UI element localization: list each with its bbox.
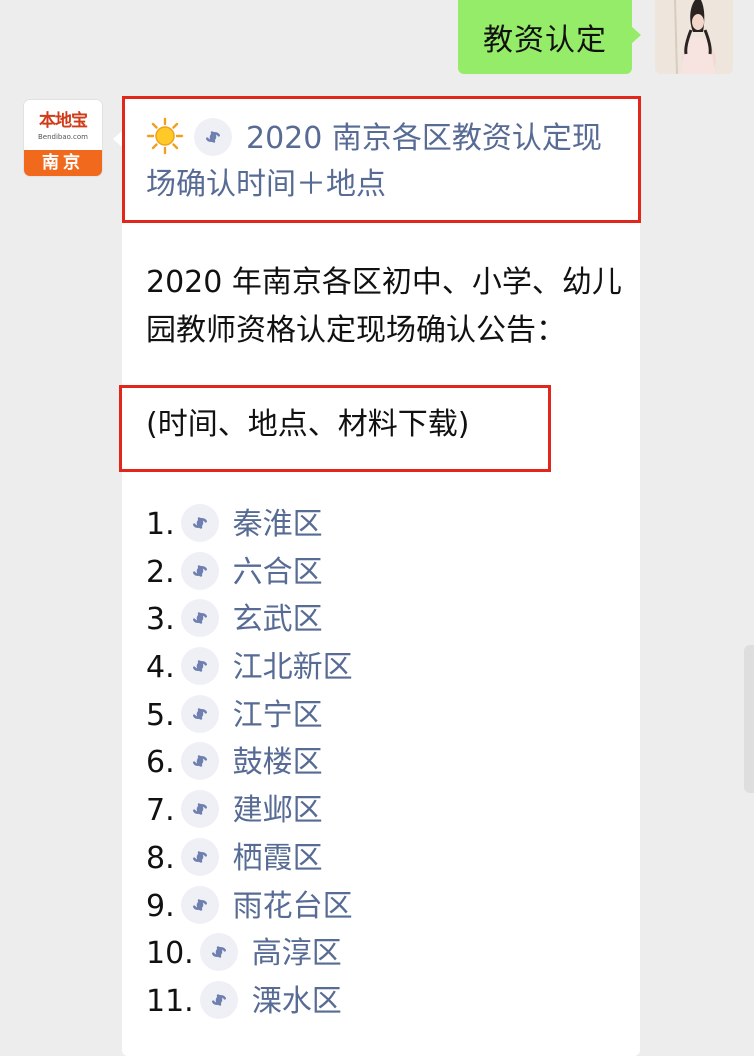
district-link[interactable]: 鼓楼区 — [233, 745, 323, 780]
district-number: 1. — [146, 507, 175, 542]
district-number: 8. — [146, 840, 175, 876]
link-icon — [180, 694, 219, 733]
district-number: 2. — [146, 554, 175, 590]
district-link[interactable]: 雨花台区 — [233, 889, 353, 924]
article-message-bubble: 2020 南京各区教资认定现场确认时间＋地点 2020 年南京各区初中、小学、幼… — [113, 96, 640, 1056]
district-item[interactable]: 6. 鼓楼区 — [146, 739, 353, 787]
district-item[interactable]: 2. 六合区 — [146, 549, 353, 597]
district-link[interactable]: 江北新区 — [233, 650, 353, 685]
link-icon — [180, 837, 219, 876]
district-number: 6. — [146, 745, 175, 781]
account-city-label: 南京 — [24, 150, 102, 176]
article-subheading: (时间、地点、材料下载) — [146, 407, 470, 442]
district-number: 11. — [146, 983, 194, 1019]
district-number: 9. — [146, 888, 175, 924]
district-link[interactable]: 六合区 — [233, 555, 323, 590]
outgoing-message-bubble[interactable]: 教资认定 — [458, 0, 641, 74]
district-link[interactable]: 溧水区 — [252, 984, 342, 1019]
district-link[interactable]: 栖霞区 — [233, 841, 323, 876]
district-item[interactable]: 11. 溧水区 — [146, 978, 353, 1026]
link-icon — [180, 551, 219, 590]
district-item[interactable]: 4. 江北新区 — [146, 644, 353, 692]
district-number: 4. — [146, 650, 175, 686]
link-icon — [194, 118, 232, 156]
link-icon — [180, 504, 219, 542]
bubble-tail — [631, 26, 641, 44]
outgoing-message-text: 教资认定 — [483, 23, 607, 58]
account-brand-name: 本地宝 — [39, 111, 88, 131]
district-link[interactable]: 江宁区 — [233, 698, 323, 733]
article-intro-text: 2020 年南京各区初中、小学、幼儿园教师资格认定现场确认公告： — [146, 265, 622, 348]
district-list: 1. 秦淮区 2. 六合区 3. 玄武区 4. 江北新区 5. 江宁区 6. 鼓楼区 7. 建… — [146, 501, 353, 1026]
bubble-tail — [113, 130, 123, 148]
district-number: 3. — [146, 602, 175, 638]
district-link[interactable]: 秦淮区 — [233, 507, 323, 542]
link-icon — [199, 980, 238, 1019]
district-item[interactable]: 10. 高淳区 — [146, 930, 353, 978]
district-number: 10. — [146, 936, 194, 972]
district-number: 7. — [146, 793, 175, 829]
link-icon — [199, 933, 238, 972]
account-avatar[interactable]: 本地宝 Bendibao.com 南京 — [24, 100, 102, 176]
link-icon — [180, 599, 219, 638]
article-headline-link[interactable]: 2020 南京各区教资认定现场确认时间＋地点 — [146, 116, 622, 208]
district-link[interactable]: 建邺区 — [233, 793, 323, 828]
user-avatar[interactable] — [655, 0, 733, 74]
link-icon — [180, 742, 219, 781]
sun-icon — [146, 117, 184, 155]
link-icon — [180, 790, 219, 829]
district-link[interactable]: 玄武区 — [233, 602, 323, 637]
district-item[interactable]: 5. 江宁区 — [146, 692, 353, 740]
user-avatar-image — [655, 0, 733, 74]
district-number: 5. — [146, 697, 175, 733]
district-item[interactable]: 9. 雨花台区 — [146, 883, 353, 931]
district-item[interactable]: 8. 栖霞区 — [146, 835, 353, 883]
scroll-handle[interactable] — [744, 645, 754, 793]
link-icon — [180, 885, 219, 924]
district-item[interactable]: 1. 秦淮区 — [146, 501, 353, 549]
account-brand-url: Bendibao.com — [37, 133, 88, 141]
district-item[interactable]: 7. 建邺区 — [146, 787, 353, 835]
district-item[interactable]: 3. 玄武区 — [146, 596, 353, 644]
link-icon — [180, 647, 219, 686]
district-link[interactable]: 高淳区 — [252, 936, 342, 971]
